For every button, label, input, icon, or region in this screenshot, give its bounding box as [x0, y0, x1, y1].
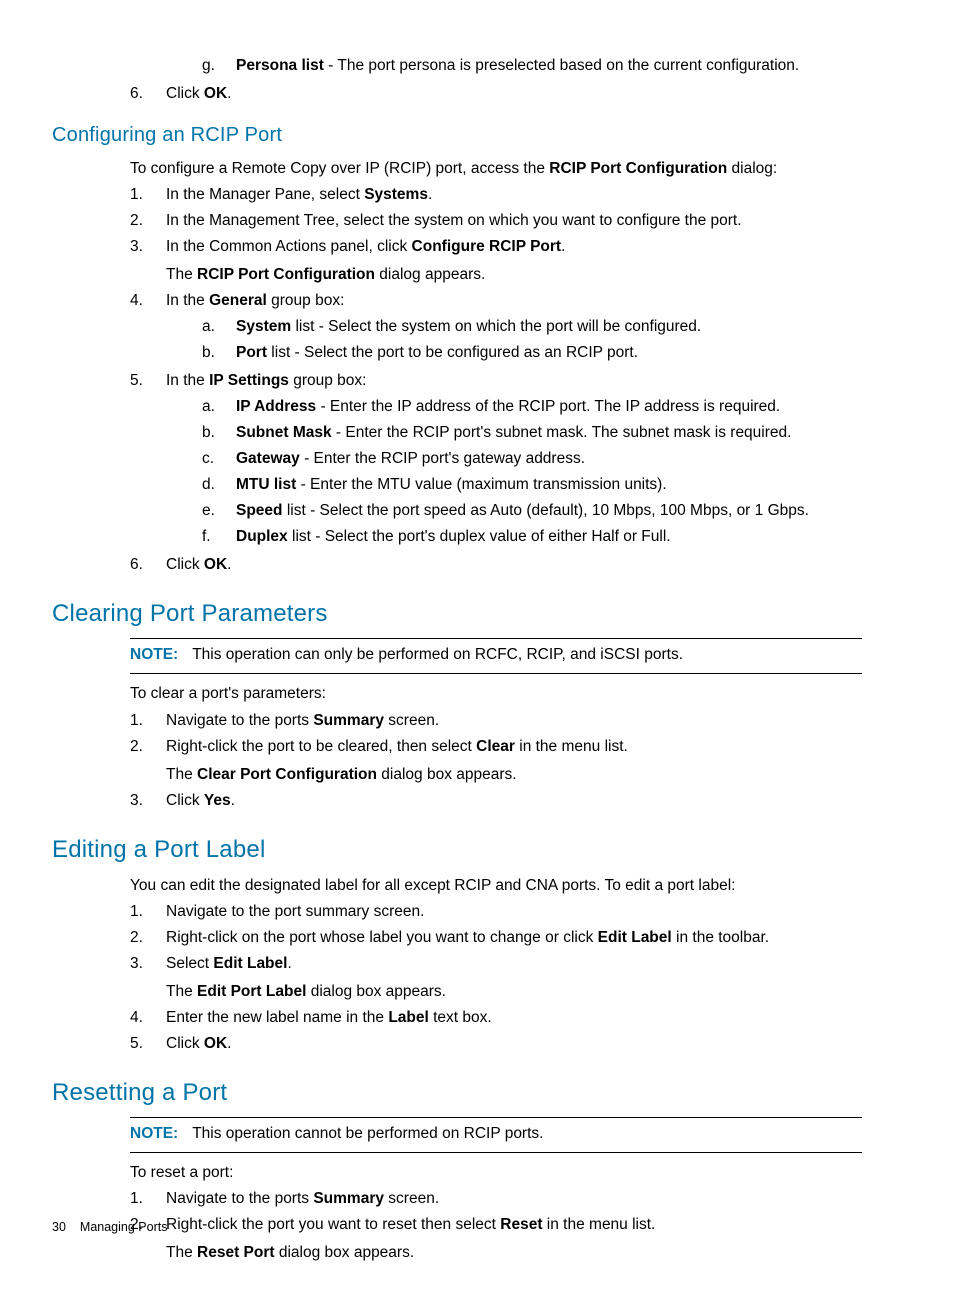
step-3: 3. In the Common Actions panel, click Co…: [130, 235, 862, 287]
sub-item-g: g. Persona list - The port persona is pr…: [202, 54, 862, 78]
sub-a: a.System list - Select the system on whi…: [202, 315, 862, 339]
intro-paragraph: To clear a port's parameters:: [130, 682, 862, 706]
step-1: 1. Navigate to the ports Summary screen.: [130, 709, 862, 733]
step-5: 5. Click OK.: [130, 1032, 862, 1056]
step-6: 6. Click OK.: [130, 553, 862, 577]
heading-clearing-port-parameters: Clearing Port Parameters: [52, 595, 862, 632]
rcip-steps: 1. In the Manager Pane, select Systems. …: [130, 183, 862, 577]
intro-paragraph: To reset a port:: [130, 1161, 862, 1185]
intro-paragraph: You can edit the designated label for al…: [130, 874, 862, 898]
sub-f: f.Duplex list - Select the port's duplex…: [202, 525, 862, 549]
sub-d: d.MTU list - Enter the MTU value (maximu…: [202, 473, 862, 497]
page-footer: 30 Managing Ports: [52, 1218, 167, 1237]
reset-steps: 1. Navigate to the ports Summary screen.…: [130, 1187, 862, 1265]
sub-a: a.IP Address - Enter the IP address of t…: [202, 395, 862, 419]
note-box: NOTE: This operation cannot be performed …: [130, 1117, 862, 1153]
heading-configuring-rcip-port: Configuring an RCIP Port: [52, 120, 862, 151]
step-2: 2. Right-click on the port whose label y…: [130, 926, 862, 950]
step-2: 2. In the Management Tree, select the sy…: [130, 209, 862, 233]
step-5: 5. In the IP Settings group box: a.IP Ad…: [130, 369, 862, 551]
note-box: NOTE: This operation can only be performe…: [130, 638, 862, 674]
clear-steps: 1. Navigate to the ports Summary screen.…: [130, 709, 862, 813]
edit-steps: 1. Navigate to the port summary screen. …: [130, 900, 862, 1056]
heading-resetting-a-port: Resetting a Port: [52, 1074, 862, 1111]
marker: g.: [202, 54, 236, 78]
heading-editing-port-label: Editing a Port Label: [52, 831, 862, 868]
step-1: 1. Navigate to the port summary screen.: [130, 900, 862, 924]
step-1: 1. Navigate to the ports Summary screen.: [130, 1187, 862, 1211]
bold: Persona list: [236, 57, 324, 74]
step-4: 4. Enter the new label name in the Label…: [130, 1006, 862, 1030]
step-3: 3. Select Edit Label. The Edit Port Labe…: [130, 952, 862, 1004]
intro-paragraph: To configure a Remote Copy over IP (RCIP…: [130, 157, 862, 181]
step-3: 3. Click Yes.: [130, 789, 862, 813]
marker: 6.: [130, 82, 166, 106]
page-number: 30: [52, 1220, 66, 1234]
note-label: NOTE:: [130, 646, 178, 663]
note-text: This operation cannot be performed on RC…: [192, 1125, 543, 1142]
step-1: 1. In the Manager Pane, select Systems.: [130, 183, 862, 207]
sub-e: e.Speed list - Select the port speed as …: [202, 499, 862, 523]
sub-b: b.Subnet Mask - Enter the RCIP port's su…: [202, 421, 862, 445]
step-4: 4. In the General group box: a.System li…: [130, 289, 862, 367]
step-2: 2. Right-click the port to be cleared, t…: [130, 735, 862, 787]
sub-c: c.Gateway - Enter the RCIP port's gatewa…: [202, 447, 862, 471]
note-label: NOTE:: [130, 1125, 178, 1142]
prior-list-tail: g. Persona list - The port persona is pr…: [130, 52, 862, 106]
text: - The port persona is preselected based …: [324, 57, 799, 74]
footer-title: Managing Ports: [80, 1220, 168, 1234]
sub-b: b.Port list - Select the port to be conf…: [202, 341, 862, 365]
note-text: This operation can only be performed on …: [192, 646, 683, 663]
step-2: 2. Right-click the port you want to rese…: [130, 1213, 862, 1265]
step-6: 6. Click OK.: [130, 82, 862, 106]
